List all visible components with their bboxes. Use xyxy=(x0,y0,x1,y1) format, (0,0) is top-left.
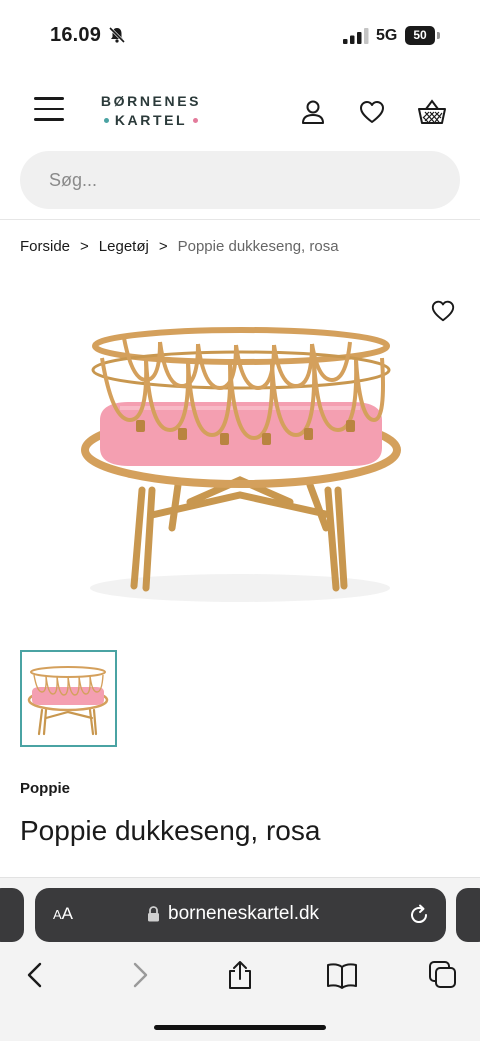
wishlist-heart-icon[interactable] xyxy=(430,298,456,324)
bookmarks-icon[interactable] xyxy=(326,960,358,990)
site-logo[interactable]: BØRNENES KARTEL xyxy=(96,93,206,133)
next-tab-preview[interactable] xyxy=(456,888,480,942)
lock-icon xyxy=(148,906,159,922)
network-type: 5G xyxy=(376,27,398,44)
account-icon[interactable] xyxy=(299,98,327,126)
product-image[interactable] xyxy=(60,270,422,640)
status-bar: 16.09 5G 50 xyxy=(0,0,480,72)
breadcrumb-home[interactable]: Forside xyxy=(20,238,70,255)
breadcrumb-separator: > xyxy=(158,238,168,255)
product-title: Poppie dukkeseng, rosa xyxy=(20,815,321,846)
forward-icon[interactable] xyxy=(125,960,155,990)
breadcrumb-separator: > xyxy=(80,238,89,255)
thumbnail-image xyxy=(27,666,109,736)
tabs-icon[interactable] xyxy=(428,960,458,990)
product-thumbnail[interactable] xyxy=(20,650,117,747)
home-indicator xyxy=(154,1025,326,1030)
back-icon[interactable] xyxy=(20,960,50,990)
bell-muted-icon xyxy=(108,26,126,44)
signal-icon xyxy=(343,28,369,44)
breadcrumb-current: Poppie dukkeseng, rosa xyxy=(177,238,339,255)
address-bar[interactable]: AA borneneskartel.dk xyxy=(35,888,446,942)
share-icon[interactable] xyxy=(225,960,255,990)
browser-toolbar: AA borneneskartel.dk xyxy=(0,877,480,1041)
logo-dot-left xyxy=(103,117,109,123)
reader-options-button[interactable]: AA xyxy=(53,904,73,924)
battery-indicator: 50 xyxy=(405,26,435,45)
previous-tab-preview[interactable] xyxy=(0,888,24,942)
logo-dot-right xyxy=(193,117,199,123)
product-brand[interactable]: Poppie xyxy=(20,780,70,797)
logo-text-top: BØRNENES xyxy=(100,93,202,109)
basket-icon[interactable] xyxy=(417,98,447,126)
site-header: BØRNENES KARTEL xyxy=(0,80,480,144)
reload-icon[interactable] xyxy=(407,903,431,927)
status-time: 16.09 xyxy=(50,24,102,46)
search-input[interactable] xyxy=(20,151,460,209)
url-text: borneneskartel.dk xyxy=(168,903,320,924)
logo-text-bottom: KARTEL xyxy=(114,112,188,128)
heart-icon[interactable] xyxy=(358,98,386,126)
battery-tip xyxy=(437,32,440,39)
breadcrumb: Forside > Legetøj > Poppie dukkeseng, ro… xyxy=(20,238,339,255)
breadcrumb-category[interactable]: Legetøj xyxy=(99,238,149,255)
menu-icon[interactable] xyxy=(34,97,64,125)
search-bar[interactable] xyxy=(20,151,460,209)
header-divider xyxy=(0,219,480,220)
